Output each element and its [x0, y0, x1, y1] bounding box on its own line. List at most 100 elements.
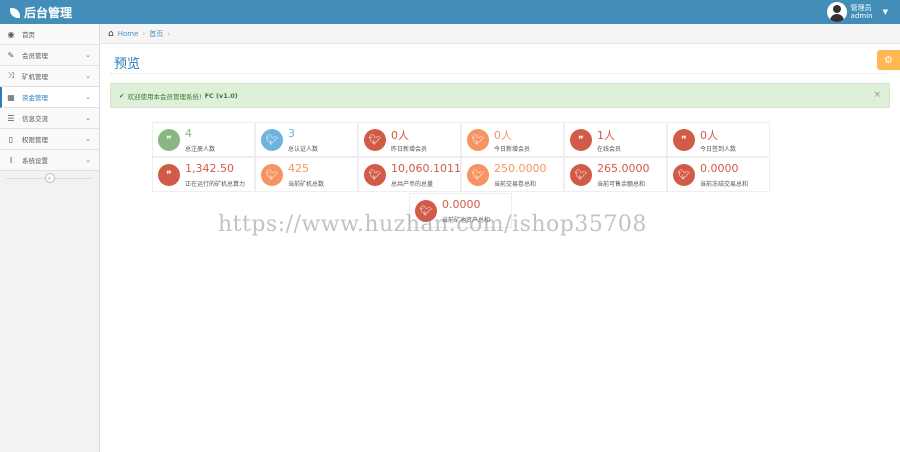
sidebar-item[interactable]: ▦ 资金管理 ⌄ [0, 87, 99, 108]
stat-box: ❞ 4 总注册人数 [152, 122, 255, 157]
home-icon: ⌂ [108, 28, 114, 39]
sidebar-item[interactable]: ▯ 权限管理 ⌄ [0, 129, 99, 150]
stat-value: 0人 [494, 129, 512, 142]
stat-label: 当前冻结交易总和 [700, 181, 749, 188]
close-icon[interactable]: × [873, 90, 881, 100]
sidebar-menu: ◉ 首页 ✎ 会员管理 ⌄ ⤨ 矿机管理 ⌄ ▦ 资金管理 ⌄ ☰ 信息交流 ⌄ ▯ 权限管理 ⌄ I 系统设置 ⌄ [0, 24, 99, 171]
stat-value: 3 [288, 127, 295, 140]
stat-box: 🐦︎ 425 当前矿机总数 [255, 157, 358, 192]
stat-label: 今日签到人数 [700, 146, 737, 153]
stat-box: 🐦︎ 0人昨日新增会员 [358, 122, 461, 157]
text-width-icon: I [9, 155, 13, 165]
stat-label: 当前交易卷总和 [494, 181, 537, 188]
sidebar-collapse: « [0, 171, 99, 185]
watermark: https://www.huzhan.com/ishop35708 [218, 212, 647, 237]
page-title: 预览 [114, 57, 141, 72]
stat-box: ❞ 1,342.50 正在运行的矿机总算力 [152, 157, 255, 192]
twitter-icon: 🐦︎ [467, 129, 489, 151]
file-icon: ▯ [8, 134, 14, 144]
stat-label: 当前矿机总数 [288, 181, 325, 188]
stat-value: 265.0000 [597, 162, 650, 175]
breadcrumb-separator: › [142, 29, 146, 38]
breadcrumb-separator: › [167, 29, 171, 38]
twitter-icon: 🐦︎ [364, 164, 386, 186]
calendar-icon: ▦ [7, 92, 15, 102]
stat-label: 总认证人数 [288, 146, 319, 153]
user-info: 管理员 admin [851, 4, 873, 20]
stat-label: 在线会员 [597, 146, 622, 153]
comments-icon: ❞ [158, 164, 180, 186]
stat-value: 0人 [700, 129, 718, 142]
sidebar-item-label: 资金管理 [22, 94, 48, 102]
user-greeting: 管理员 [850, 4, 872, 12]
sidebar-item[interactable]: ☰ 信息交流 ⌄ [0, 108, 99, 129]
list-icon: ☰ [7, 113, 15, 123]
leaf-icon [10, 7, 20, 18]
stat-label: 今日新增会员 [494, 146, 531, 153]
comments-icon: ❞ [158, 129, 180, 151]
sidebar-item-label: 系统设置 [22, 157, 48, 165]
chevron-down-icon: ⌄ [85, 93, 91, 101]
chevron-down-icon: ⌄ [85, 114, 91, 122]
twitter-icon: 🐦︎ [570, 164, 592, 186]
edit-icon: ✎ [7, 50, 15, 60]
breadcrumb: ⌂ Home › 首页 › [100, 24, 900, 44]
welcome-alert: ✔ 欢迎使用本会员管理系统! FC (v1.0) × [110, 83, 890, 108]
stat-value: 1,342.50 [185, 162, 234, 175]
stat-label: 正在运行的矿机总算力 [185, 181, 246, 188]
stat-label: 总注册人数 [185, 146, 216, 153]
avatar [826, 2, 847, 22]
sidebar-item[interactable]: ⤨ 矿机管理 ⌄ [0, 66, 99, 87]
sidebar-item[interactable]: ✎ 会员管理 ⌄ [0, 45, 99, 66]
stat-value: 1人 [597, 129, 615, 142]
breadcrumb-home[interactable]: Home [118, 30, 139, 38]
random-icon: ⤨ [7, 71, 15, 80]
sidebar-item-label: 首页 [22, 31, 35, 39]
stat-box: 🐦︎ 0.0000 当前冻结交易总和 [667, 157, 770, 192]
alert-version: FC (v1.0) [204, 91, 238, 100]
sidebar-item-label: 信息交流 [22, 115, 48, 123]
chevron-down-icon: ⌄ [85, 156, 91, 164]
stat-value: 250.0000 [494, 162, 547, 175]
user-menu[interactable]: 管理员 admin ▼ [826, 1, 888, 23]
stat-box: ❞ 0人今日签到人数 [667, 122, 770, 157]
stat-value: 0.0000 [442, 198, 481, 211]
twitter-icon: 🐦︎ [467, 164, 489, 186]
user-name: admin [850, 12, 873, 20]
twitter-icon: 🐦︎ [364, 129, 386, 151]
sidebar-item-label: 矿机管理 [22, 73, 48, 81]
settings-gear-icon[interactable]: ⚙ [877, 50, 900, 70]
caret-down-icon: ▼ [882, 8, 888, 16]
stat-box: 🐦︎ 10,060.1011 总共产币的总量 [358, 157, 461, 192]
chevron-down-icon: ⌄ [85, 51, 91, 59]
page-header: 预览 [110, 46, 890, 74]
check-icon: ✔ [119, 91, 125, 100]
brand[interactable]: 后台管理 [10, 4, 72, 21]
top-navbar: 后台管理 管理员 admin ▼ [0, 0, 900, 24]
stat-label: 总共产币的总量 [391, 181, 434, 188]
chevron-down-icon: ⌄ [85, 135, 91, 143]
comments-icon: ❞ [673, 129, 695, 151]
chevron-down-icon: ⌄ [85, 72, 91, 80]
stat-value: 0.0000 [700, 162, 739, 175]
stat-value: 4 [185, 127, 192, 140]
stat-label: 昨日新增会员 [391, 146, 428, 153]
stat-box: ❞ 1人 在线会员 [564, 122, 667, 157]
stat-label: 当前可售余额总和 [597, 181, 646, 188]
twitter-icon: 🐦︎ [261, 164, 283, 186]
stat-value: 10,060.1011 [391, 162, 461, 175]
twitter-icon: 🐦︎ [261, 129, 283, 151]
stat-box: 🐦︎ 3 总认证人数 [255, 122, 358, 157]
sidebar-item[interactable]: I 系统设置 ⌄ [0, 150, 99, 171]
collapse-icon[interactable]: « [44, 173, 55, 183]
app-title: 后台管理 [24, 6, 73, 20]
stat-box: 🐦︎ 0人今日新增会员 [461, 122, 564, 157]
sidebar: ◉ 首页 ✎ 会员管理 ⌄ ⤨ 矿机管理 ⌄ ▦ 资金管理 ⌄ ☰ 信息交流 ⌄ ▯ 权限管理 ⌄ I 系统设置 ⌄ … [0, 24, 100, 452]
sidebar-item-label: 权限管理 [22, 136, 48, 144]
sidebar-item[interactable]: ◉ 首页 [0, 24, 99, 45]
alert-text: 欢迎使用本会员管理系统! [127, 92, 202, 101]
stat-box: 🐦︎ 265.0000 当前可售余额总和 [564, 157, 667, 192]
sidebar-item-label: 会员管理 [22, 52, 48, 60]
stat-value: 0人 [391, 129, 409, 142]
breadcrumb-current[interactable]: 首页 [149, 29, 163, 39]
